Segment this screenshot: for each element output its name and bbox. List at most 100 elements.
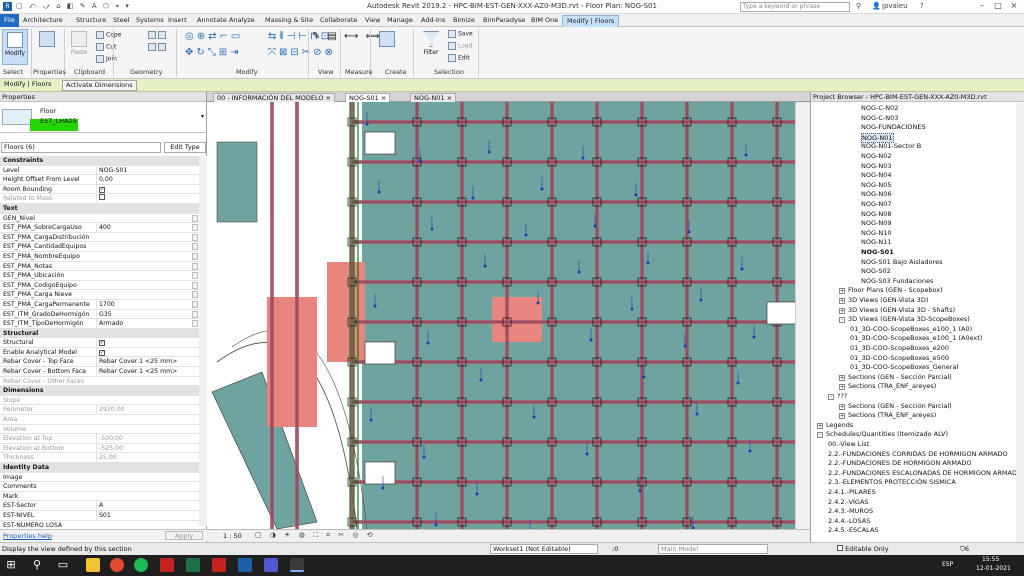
tab-bimize[interactable]: Bimize xyxy=(449,15,479,27)
instance-filter-dropdown[interactable]: Floors (6) xyxy=(1,142,161,153)
acrobat-icon[interactable] xyxy=(212,558,226,572)
browser-item[interactable]: 2.4.4.-LOSAS xyxy=(828,517,870,525)
workset-dropdown[interactable]: Workset1 (Not Editable) xyxy=(490,544,598,554)
browser-item[interactable]: NOG-N03 xyxy=(861,162,892,170)
panel-select[interactable]: Select xyxy=(3,68,23,76)
property-value[interactable]: Rebar Cover 1 <25 mm> xyxy=(96,367,192,376)
edit-value-button[interactable] xyxy=(192,262,198,270)
expand-icon[interactable]: + xyxy=(839,384,845,391)
save-selection-button[interactable]: Save xyxy=(448,30,473,38)
search-icon[interactable]: ⚲ xyxy=(856,2,861,12)
edit-value-button[interactable] xyxy=(192,224,198,232)
edit-value-button[interactable] xyxy=(192,214,198,222)
chrome-icon[interactable] xyxy=(110,558,124,572)
browser-item[interactable]: -??? xyxy=(828,392,847,400)
browser-item[interactable]: - Schedules/Quantities (Itemizado ALV) xyxy=(817,430,948,439)
modify-button[interactable]: Modify xyxy=(2,29,28,65)
edit-value-button[interactable] xyxy=(192,281,198,289)
browser-item[interactable]: NOG-N11 xyxy=(861,238,892,246)
drawing-canvas[interactable] xyxy=(207,102,795,529)
create-button[interactable] xyxy=(374,29,400,65)
instance-filter[interactable]: Floors (6) Edit Type xyxy=(0,142,207,154)
browser-item[interactable]: 01_3D-COO-ScopeBoxes_e200 xyxy=(850,344,949,352)
tab-analyze[interactable]: Analyze xyxy=(225,15,259,27)
tab-bim-one[interactable]: BIM One xyxy=(527,15,562,27)
edit-value-button[interactable] xyxy=(192,300,198,308)
view-tab-3[interactable]: NOG-N01 × xyxy=(410,93,457,102)
expand-icon[interactable]: + xyxy=(839,403,845,410)
edit-value-button[interactable] xyxy=(192,291,198,299)
expand-icon[interactable]: + xyxy=(839,307,845,314)
property-row[interactable]: Level NOG-S01 xyxy=(0,165,199,176)
close-icon[interactable]: × xyxy=(323,94,331,102)
browser-item[interactable]: + Sections (GEN - Sección Parcial) xyxy=(839,373,952,381)
tab-massing-site[interactable]: Massing & Site xyxy=(261,15,317,27)
windows-start-icon[interactable]: ⊞ xyxy=(4,558,18,572)
cope-button[interactable]: Cope xyxy=(96,31,121,39)
browser-item[interactable]: NOG-N05 xyxy=(861,181,892,189)
browser-item[interactable]: + Legends xyxy=(817,421,853,429)
property-row[interactable]: EST_PMA_Carga Nieve xyxy=(0,290,199,300)
tab-file[interactable]: File xyxy=(0,14,19,27)
excel-icon[interactable] xyxy=(186,558,200,572)
browser-item[interactable]: 2.2.-FUNDACIONES ESCALONADAS DE HORMIGON… xyxy=(828,469,1022,477)
property-value[interactable]: ✓ xyxy=(96,184,192,194)
view-scale[interactable]: 1 : 50 xyxy=(223,532,242,540)
property-section[interactable]: Dimensions xyxy=(0,386,199,396)
maximize-button[interactable]: □ xyxy=(991,1,1005,12)
browser-item[interactable]: NOG-C-N03 xyxy=(861,114,898,122)
edit-value-button[interactable] xyxy=(192,243,198,251)
browser-item[interactable]: NOG-S01 Bajo Aisladores xyxy=(861,258,943,266)
clock-date[interactable]: 12-01-2021 xyxy=(976,565,1011,572)
property-row[interactable]: GEN_Nivel xyxy=(0,214,199,224)
teams-icon[interactable] xyxy=(264,558,278,572)
edit-type-button[interactable]: Edit Type xyxy=(164,142,206,153)
tab-architecture[interactable]: Architecture xyxy=(19,15,67,27)
tab-manage[interactable]: Manage xyxy=(383,15,417,27)
property-section[interactable]: Structural xyxy=(0,328,199,339)
clock-time[interactable]: 15:55 xyxy=(982,556,999,563)
properties-help-link[interactable]: Properties help xyxy=(3,532,52,540)
property-row[interactable]: Room Bounding ✓ xyxy=(0,184,199,195)
view-tab-2[interactable]: NOG-S01 × xyxy=(345,93,391,102)
edit-value-button[interactable] xyxy=(192,233,198,241)
tab-systems[interactable]: Systems xyxy=(132,15,168,27)
property-row[interactable]: Structural ✓ xyxy=(0,338,199,348)
tab-structure[interactable]: Structure xyxy=(72,15,110,27)
close-button[interactable]: × xyxy=(1007,1,1021,12)
expand-icon[interactable]: + xyxy=(839,374,845,381)
browser-item[interactable]: 01_3D-COO-ScopeBoxes_e500 xyxy=(850,354,949,362)
browser-item[interactable]: 2.2.-FUNDACIONES CORRIDAS DE HORMIGON AR… xyxy=(828,450,1008,458)
property-row[interactable]: Enable Analytical Model ✓ xyxy=(0,347,199,358)
browser-item[interactable]: + Sections (TRA_ENF_areyes) xyxy=(839,411,936,420)
search-taskbar-icon[interactable]: ⚲ xyxy=(30,558,44,572)
tab-add-ins[interactable]: Add-Ins xyxy=(417,15,449,27)
autocad-icon[interactable] xyxy=(160,558,174,572)
property-row[interactable]: EST-NIVEL S01 xyxy=(0,510,199,521)
property-section[interactable]: Text xyxy=(0,203,199,214)
chevron-down-icon[interactable]: ▾ xyxy=(201,113,204,120)
browser-item[interactable]: 2.4.2.-VIGAS xyxy=(828,498,869,506)
expand-icon[interactable]: + xyxy=(839,413,845,420)
browser-item[interactable]: NOG-N10 xyxy=(861,229,892,237)
browser-item[interactable]: NOG-S02 xyxy=(861,267,891,275)
property-row[interactable]: EST_PMA_CargaDistribución xyxy=(0,233,199,243)
browser-item[interactable]: 01_3D-COO-ScopeBoxes_General xyxy=(850,363,958,371)
property-value[interactable]: G35 xyxy=(96,309,192,319)
property-checkbox[interactable]: ✓ xyxy=(99,186,105,193)
filter-icon[interactable]: ⛉6 xyxy=(960,545,969,554)
edit-selection-button[interactable]: Edit xyxy=(448,54,470,62)
close-icon[interactable]: × xyxy=(445,94,452,102)
property-row[interactable]: Image xyxy=(0,473,199,483)
property-row[interactable]: EST_PMA_Ubicación xyxy=(0,271,199,281)
browser-item[interactable]: NOG-S01 xyxy=(861,248,894,256)
revit-taskbar-icon[interactable] xyxy=(238,558,252,572)
geometry-tools-2[interactable] xyxy=(148,43,168,51)
tab-steel[interactable]: Steel xyxy=(109,15,133,27)
browser-item[interactable]: NOG-C-N02 xyxy=(861,104,898,112)
browser-item[interactable]: NOG-N07 xyxy=(861,200,892,208)
close-icon[interactable]: × xyxy=(379,94,386,102)
browser-item[interactable]: +3D Views (GEN-Vista 3D - Shafts) xyxy=(839,306,955,314)
browser-item[interactable]: NOG-N06 xyxy=(861,190,892,198)
browser-item[interactable]: 2.3.-ELEMENTOS PROTECCIÓN SISMICA xyxy=(828,478,956,486)
